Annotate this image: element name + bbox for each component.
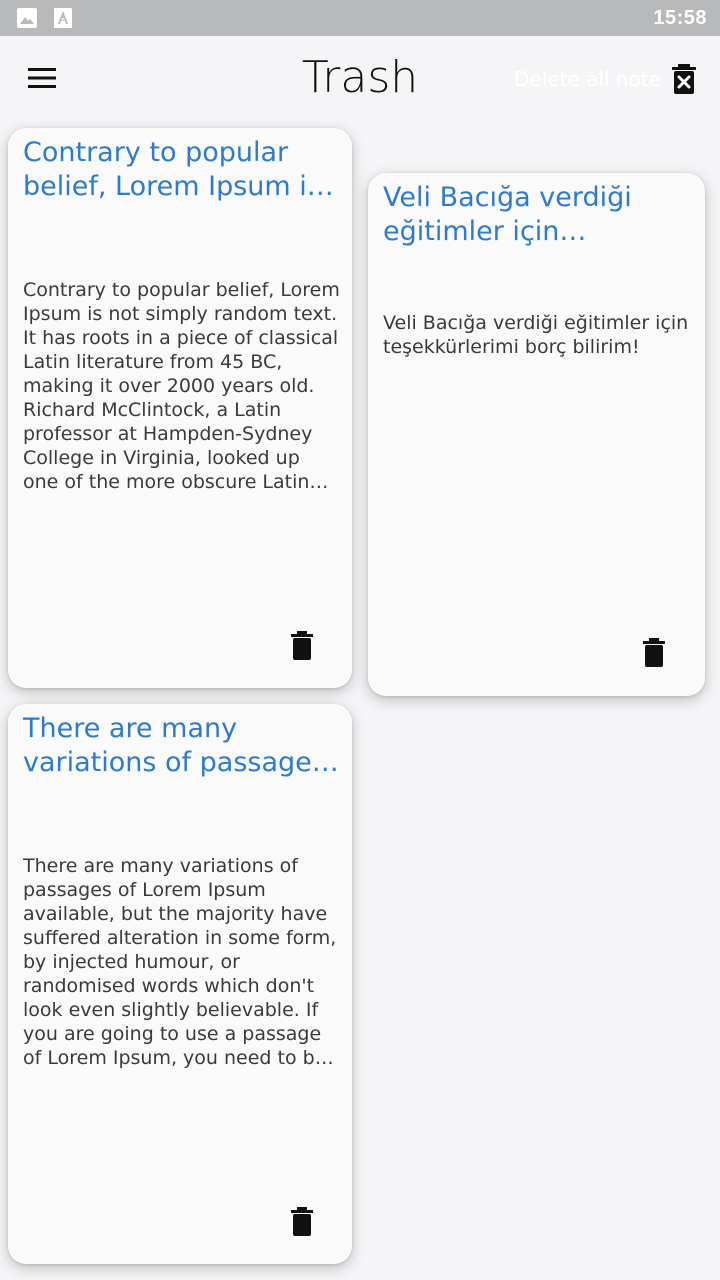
font-a-icon <box>54 8 74 28</box>
image-icon <box>17 8 37 28</box>
note-card[interactable]: Veli Bacığa verdiği eğitimler için teşek… <box>368 173 705 696</box>
app-bar: Trash Delete all note <box>0 36 720 120</box>
delete-forever-icon <box>668 62 700 96</box>
status-bar: 15:58 <box>0 0 720 36</box>
delete-note-button[interactable] <box>288 630 316 662</box>
delete-all-notes-label[interactable]: Delete all note <box>514 67 661 91</box>
trash-icon <box>288 1206 316 1238</box>
delete-note-button[interactable] <box>640 637 668 669</box>
trash-icon <box>640 637 668 669</box>
note-body: There are many variations of passages of… <box>23 855 337 1069</box>
note-body: Veli Bacığa verdiği eğitimler için teşek… <box>383 312 689 358</box>
delete-all-button[interactable] <box>668 62 700 96</box>
note-card[interactable]: Contrary to popular belief, Lorem Ipsum … <box>8 128 352 688</box>
trash-icon <box>288 630 316 662</box>
note-title: Veli Bacığa verdiği eğitimler için teşek… <box>383 182 632 247</box>
note-body: Contrary to popular belief, Lorem Ipsum … <box>23 279 340 493</box>
note-card[interactable]: There are many variations of passages of… <box>8 704 352 1264</box>
delete-note-button[interactable] <box>288 1206 316 1238</box>
note-title: Contrary to popular belief, Lorem Ipsum … <box>23 137 321 202</box>
status-time: 15:58 <box>653 7 707 29</box>
note-title: There are many variations of passages of… <box>23 713 326 778</box>
